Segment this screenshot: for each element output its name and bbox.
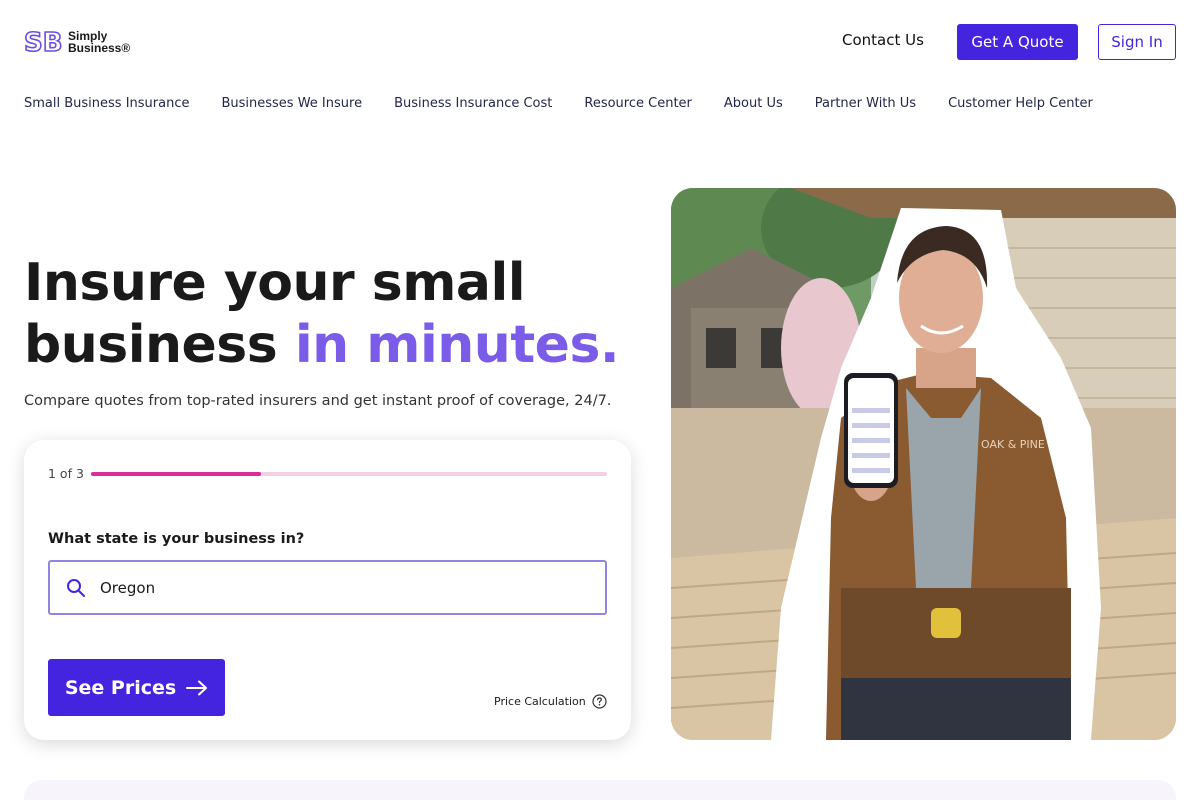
- next-section-strip: [24, 780, 1176, 800]
- shirt-logo-text: OAK & PINE: [981, 438, 1045, 451]
- brand-name: Simply Business®: [68, 30, 130, 54]
- state-input[interactable]: [100, 578, 580, 597]
- nav-item-small-business-insurance[interactable]: Small Business Insurance: [24, 96, 189, 111]
- nav-item-about-us[interactable]: About Us: [724, 96, 783, 111]
- nav-item-businesses-we-insure[interactable]: Businesses We Insure: [221, 96, 362, 111]
- see-prices-button[interactable]: See Prices: [48, 659, 225, 716]
- nav-item-resource-center[interactable]: Resource Center: [584, 96, 692, 111]
- svg-text:SB: SB: [24, 28, 63, 56]
- state-search-field[interactable]: [48, 560, 607, 615]
- brand-name-line2: Business®: [68, 41, 131, 55]
- hero-photo: OAK & PINE: [671, 188, 1176, 740]
- quote-form-card: 1 of 3 What state is your business in? S…: [24, 440, 631, 740]
- price-calculation-info[interactable]: Price Calculation: [494, 694, 607, 709]
- nav-item-customer-help-center[interactable]: Customer Help Center: [948, 96, 1093, 111]
- search-icon: [67, 578, 85, 597]
- hero-photo-illustration: OAK & PINE: [671, 188, 1176, 740]
- see-prices-label: See Prices: [64, 676, 177, 699]
- sb-logo-icon: SB: [24, 28, 63, 56]
- hero-headline: Insure your small business in minutes.: [24, 252, 644, 376]
- hero-headline-accent: in minutes.: [294, 315, 620, 375]
- help-circle-icon: [592, 694, 607, 709]
- nav-item-business-insurance-cost[interactable]: Business Insurance Cost: [394, 96, 552, 111]
- step-indicator: 1 of 3: [48, 466, 84, 481]
- progress-fill: [91, 472, 262, 476]
- sign-in-button[interactable]: Sign In: [1098, 24, 1176, 60]
- arrow-right-icon: [186, 680, 208, 695]
- progress-bar: [91, 472, 607, 476]
- price-calculation-label: Price Calculation: [494, 695, 586, 708]
- state-question-label: What state is your business in?: [48, 531, 305, 547]
- main-nav: Small Business Insurance Businesses We I…: [24, 96, 1093, 111]
- hero-subtitle: Compare quotes from top-rated insurers a…: [24, 393, 612, 409]
- brand-logo[interactable]: SB Simply Business®: [24, 28, 130, 56]
- contact-us-link[interactable]: Contact Us: [842, 31, 924, 49]
- get-a-quote-button[interactable]: Get A Quote: [957, 24, 1078, 60]
- nav-item-partner-with-us[interactable]: Partner With Us: [815, 96, 916, 111]
